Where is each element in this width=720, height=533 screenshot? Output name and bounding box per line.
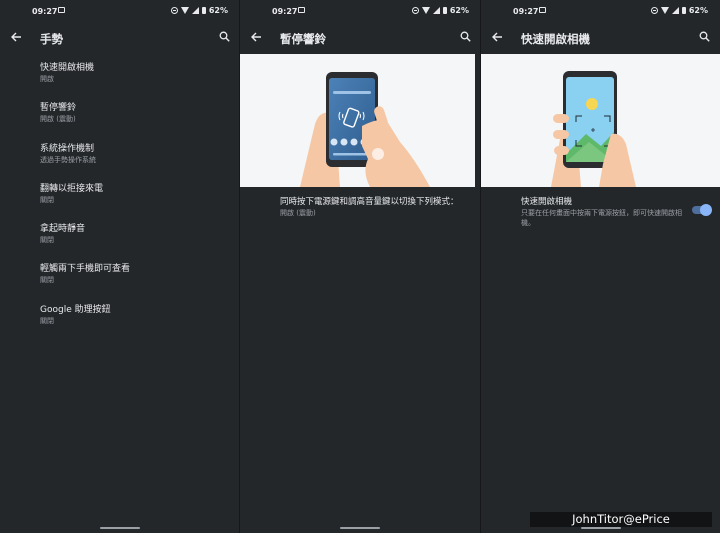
list-item-title: Google 助理按鈕 — [40, 304, 111, 315]
list-item-quick-camera[interactable]: 快速開啟相機 開啟 — [40, 62, 230, 102]
sim-icon — [298, 7, 305, 13]
list-item-subtitle: 關閉 — [40, 316, 54, 325]
sim-icon — [539, 7, 546, 13]
signal-icon — [432, 7, 440, 14]
list-item-silence-ring[interactable]: 暫停響鈴 開啟 (震動) — [40, 102, 230, 142]
search-icon[interactable] — [699, 31, 710, 42]
status-time: 09:27 — [32, 7, 58, 16]
silence-ring-setting[interactable]: 同時按下電源鍵和調高音量鍵以切換下列模式： 開啟 (震動) — [280, 196, 473, 218]
list-item-double-tap-check[interactable]: 輕觸兩下手機即可查看 關閉 — [40, 263, 230, 303]
list-item-title: 暫停響鈴 — [40, 103, 77, 114]
back-arrow-icon[interactable] — [10, 31, 22, 43]
quick-camera-toggle[interactable] — [692, 204, 712, 216]
page-title: 手勢 — [40, 32, 63, 46]
list-item-title: 拿起時靜音 — [40, 224, 86, 235]
status-icons: 62% — [650, 6, 708, 15]
list-item-subtitle: 關閉 — [40, 236, 54, 245]
dnd-icon — [650, 7, 658, 14]
status-icons: 62% — [170, 6, 228, 15]
page-title: 快速開啟相機 — [521, 32, 590, 46]
setting-title: 快速開啟相機 — [521, 197, 573, 207]
sim-icon — [58, 7, 65, 13]
search-icon[interactable] — [219, 31, 230, 42]
gesture-list: 快速開啟相機 開啟 暫停響鈴 開啟 (震動) 系統操作機制 透過手勢操作系統 翻… — [40, 62, 230, 344]
silence-ring-panel: 09:27 62% 暫停響鈴 同時按下電源鍵和調高音量鍵以切換下列模式： 開啟 … — [240, 0, 481, 533]
page-title: 暫停響鈴 — [280, 32, 326, 46]
app-bar: 手勢 — [0, 22, 240, 54]
setting-subtitle: 開啟 (震動) — [280, 209, 316, 217]
app-bar: 暫停響鈴 — [240, 22, 481, 54]
hand-holding-phone-vibrate-icon — [300, 72, 430, 187]
list-item-assistant-button[interactable]: Google 助理按鈕 關閉 — [40, 304, 230, 344]
dnd-icon — [170, 7, 178, 14]
watermark: JohnTitor@ePrice — [530, 512, 712, 527]
list-item-title: 系統操作機制 — [40, 143, 95, 154]
list-item-system-navigation[interactable]: 系統操作機制 透過手勢操作系統 — [40, 143, 230, 183]
app-bar: 快速開啟相機 — [481, 22, 720, 54]
status-bar: 09:27 62% — [0, 0, 240, 22]
setting-subtitle: 只要在任何畫面中按兩下電源按鈕，即可快速開啟相機。 — [521, 209, 682, 227]
status-bar: 09:27 62% — [240, 0, 481, 22]
list-item-title: 快速開啟相機 — [40, 63, 95, 73]
wifi-icon — [180, 7, 189, 14]
home-indicator[interactable] — [100, 527, 140, 529]
signal-icon — [671, 7, 679, 14]
status-icons: 62% — [411, 6, 469, 15]
back-arrow-icon[interactable] — [491, 31, 503, 43]
toggle-knob — [700, 204, 712, 216]
battery-percent: 62% — [449, 6, 469, 15]
search-icon[interactable] — [460, 31, 471, 42]
list-item-flip-to-reject[interactable]: 翻轉以拒接來電 關閉 — [40, 183, 230, 223]
list-item-subtitle: 透過手勢操作系統 — [40, 155, 96, 164]
list-item-title: 翻轉以拒接來電 — [40, 183, 104, 194]
list-item-subtitle: 開啟 (震動) — [40, 115, 76, 124]
setting-title: 同時按下電源鍵和調高音量鍵以切換下列模式： — [280, 197, 459, 207]
status-bar: 09:27 62% — [481, 0, 720, 22]
home-indicator[interactable] — [581, 527, 621, 529]
dnd-icon — [411, 7, 419, 14]
status-time: 09:27 — [513, 7, 539, 16]
wifi-icon — [421, 7, 430, 14]
battery-percent: 62% — [688, 6, 708, 15]
quick-camera-illustration — [481, 54, 720, 187]
home-indicator[interactable] — [340, 527, 380, 529]
list-item-title: 輕觸兩下手機即可查看 — [40, 264, 131, 275]
list-item-subtitle: 開啟 — [40, 75, 54, 83]
silence-ring-illustration — [240, 54, 475, 187]
status-time: 09:27 — [272, 7, 298, 16]
list-item-lift-to-silence[interactable]: 拿起時靜音 關閉 — [40, 223, 230, 263]
quick-camera-setting[interactable]: 快速開啟相機 只要在任何畫面中按兩下電源按鈕，即可快速開啟相機。 — [521, 196, 712, 228]
battery-icon — [681, 7, 686, 14]
hand-holding-phone-camera-icon — [551, 71, 636, 187]
quick-camera-panel: 09:27 62% 快速開啟相機 快速開啟相機 只要在任何畫面中按兩下電源按鈕，… — [481, 0, 720, 533]
signal-icon — [191, 7, 199, 14]
battery-icon — [201, 7, 206, 14]
back-arrow-icon[interactable] — [250, 31, 262, 43]
list-item-subtitle: 關閉 — [40, 195, 54, 204]
list-item-subtitle: 關閉 — [40, 276, 54, 285]
battery-percent: 62% — [208, 6, 228, 15]
wifi-icon — [660, 7, 669, 14]
gestures-panel: 09:27 62% 手勢 快速開啟相機 開啟 暫停響鈴 開啟 (震動) 系統操作… — [0, 0, 240, 533]
battery-icon — [442, 7, 447, 14]
